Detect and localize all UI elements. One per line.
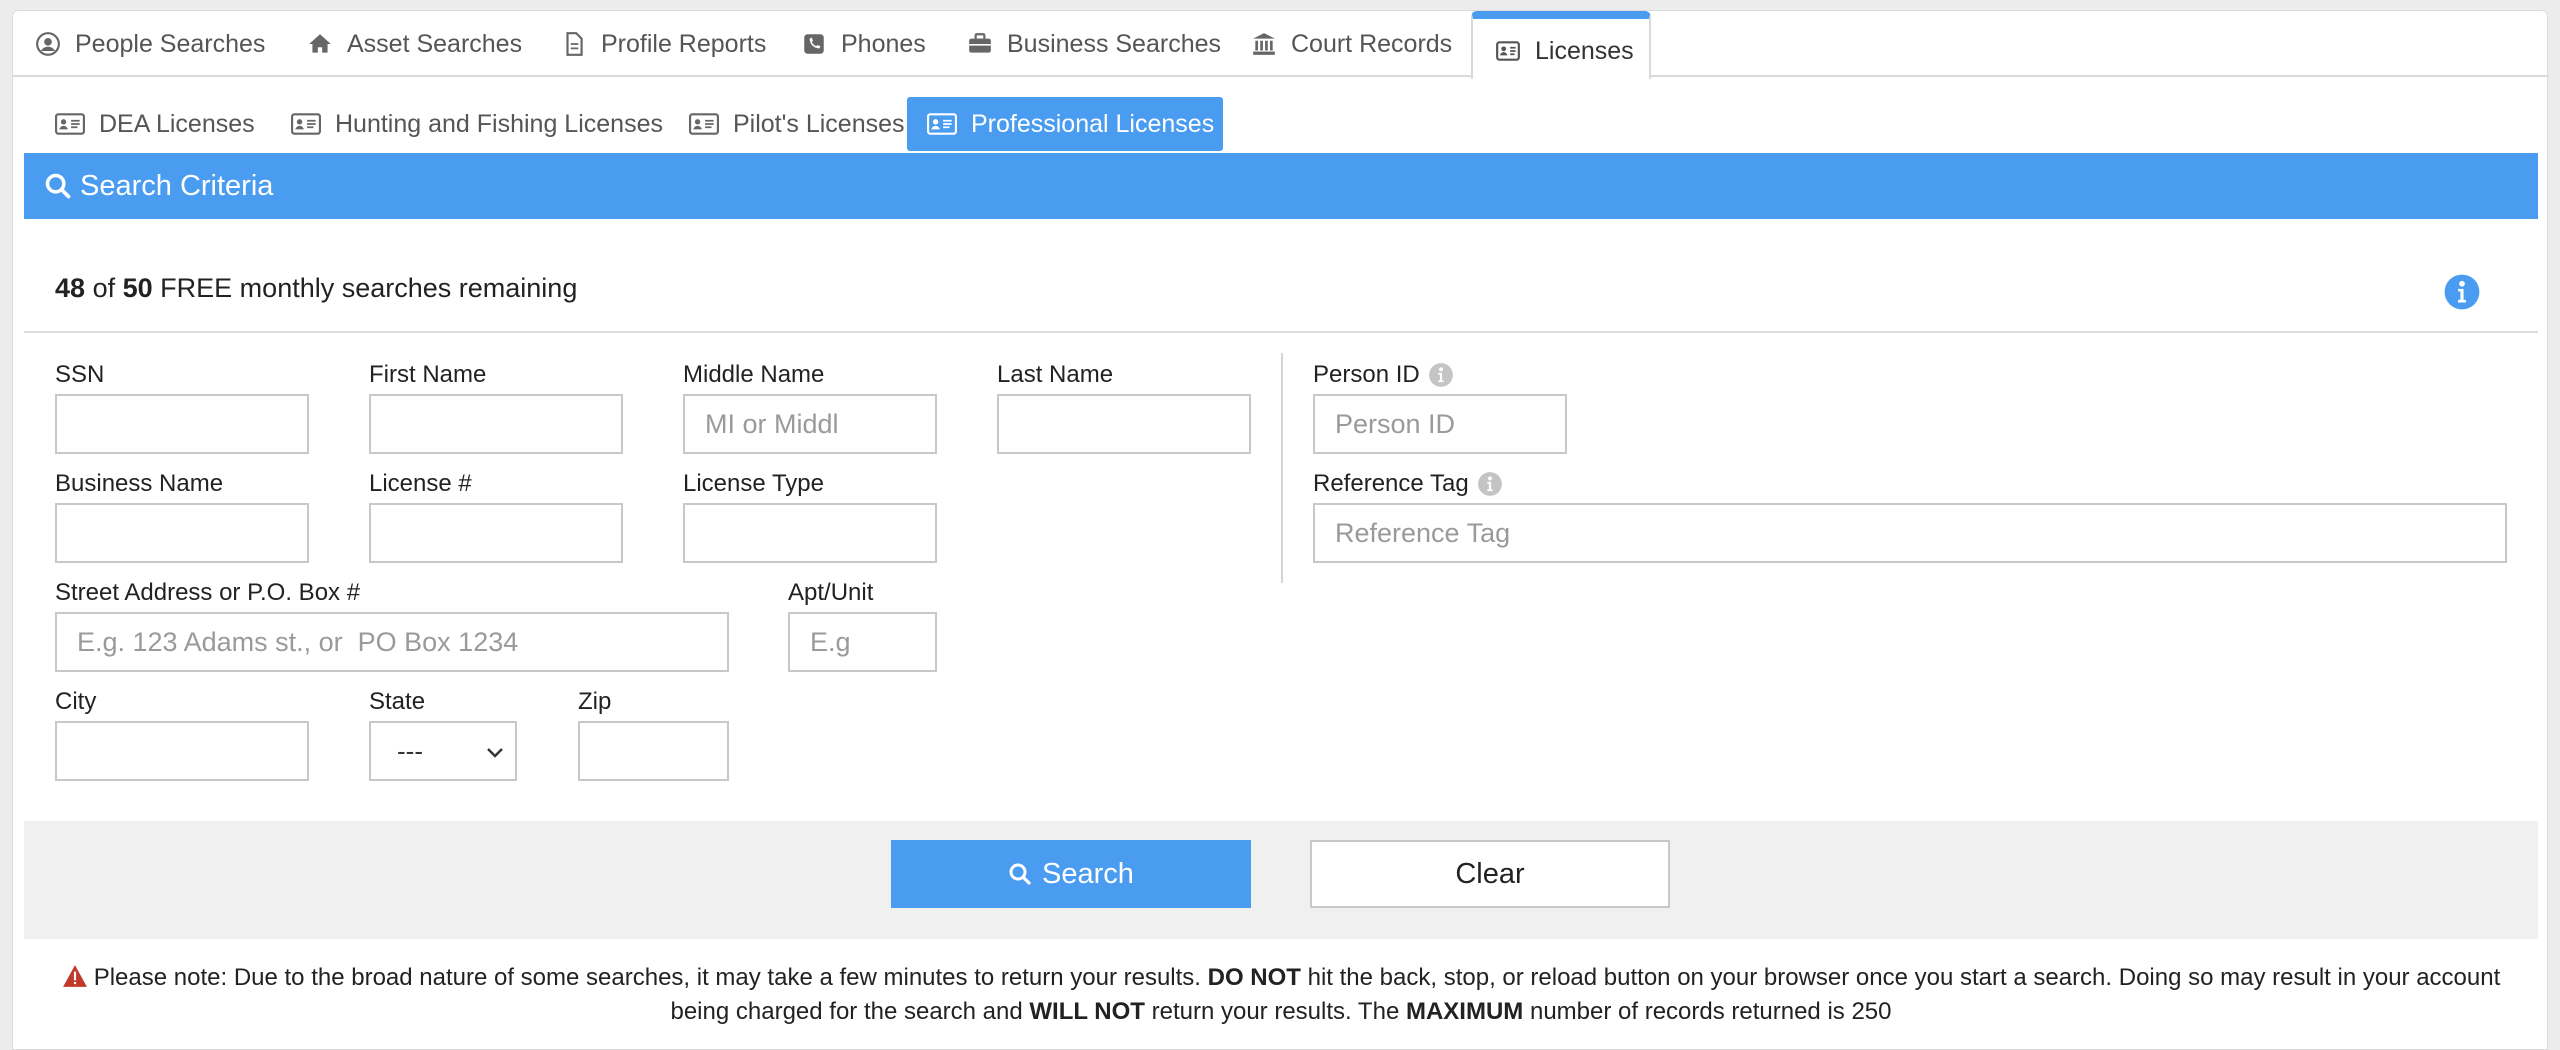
subtab-label: Professional Licenses (971, 109, 1215, 138)
subtab-label: DEA Licenses (99, 109, 255, 138)
zip-label: Zip (578, 688, 612, 715)
home-icon (309, 34, 331, 53)
subtab-pilots-licenses[interactable]: Pilot's Licenses (669, 97, 911, 151)
tab-label: People Searches (75, 29, 266, 58)
column-divider (1281, 353, 1283, 583)
tab-label: Business Searches (1007, 29, 1222, 58)
note-strong-1: DO NOT (1207, 964, 1301, 991)
courthouse-icon (1253, 33, 1275, 55)
reference-tag-label-text: Reference Tag (1313, 470, 1469, 497)
document-icon (566, 32, 583, 56)
note-text-3: return your results. The (1151, 998, 1400, 1025)
tab-label: Licenses (1535, 36, 1634, 65)
clear-button[interactable]: Clear (1310, 840, 1670, 908)
subtab-label: Pilot's Licenses (733, 109, 905, 138)
search-criteria-title: Search Criteria (80, 169, 274, 202)
top-tab-bar: People Searches Asset Searches Profile R… (13, 11, 2549, 79)
note-strong-3: MAXIMUM (1405, 998, 1524, 1025)
city-input[interactable] (55, 721, 309, 781)
middle-name-label: Middle Name (683, 361, 825, 388)
tab-label: Profile Reports (601, 29, 767, 58)
tab-label: Court Records (1291, 29, 1453, 58)
note-text-4: number of records returned is 250 (1529, 998, 1892, 1025)
info-icon[interactable] (1428, 362, 1454, 388)
license-number-input[interactable] (369, 503, 623, 563)
state-label: State (369, 688, 426, 715)
street-address-input[interactable] (55, 612, 729, 672)
tab-asset-searches[interactable]: Asset Searches (285, 11, 539, 77)
tab-profile-reports[interactable]: Profile Reports (539, 11, 779, 77)
searches-total-count: 50 (122, 273, 153, 303)
state-select[interactable]: --- (369, 721, 517, 781)
briefcase-icon (969, 33, 991, 53)
subtab-professional-licenses[interactable]: Professional Licenses (907, 97, 1223, 151)
license-type-input[interactable] (683, 503, 937, 563)
apt-unit-input[interactable] (788, 612, 937, 672)
subtab-label: Hunting and Fishing Licenses (335, 109, 663, 138)
person-id-input[interactable] (1313, 394, 1567, 454)
subtab-hunting-fishing-licenses[interactable]: Hunting and Fishing Licenses (271, 97, 663, 151)
tab-label: Asset Searches (347, 29, 523, 58)
middle-name-input[interactable] (683, 394, 937, 454)
search-note: Please note: Due to the broad nature of … (53, 961, 2509, 1029)
ssn-input[interactable] (55, 394, 309, 454)
tab-people-searches[interactable]: People Searches (13, 11, 285, 77)
zip-input[interactable] (578, 721, 729, 781)
street-address-label: Street Address or P.O. Box # (55, 579, 361, 606)
id-card-icon (927, 113, 957, 135)
subtab-dea-licenses[interactable]: DEA Licenses (35, 97, 261, 151)
license-type-label: License Type (683, 470, 824, 497)
apt-unit-label: Apt/Unit (788, 579, 874, 606)
person-id-label-text: Person ID (1313, 361, 1420, 388)
last-name-label: Last Name (997, 361, 1114, 388)
id-card-icon (689, 113, 719, 135)
id-card-icon (55, 113, 85, 135)
person-id-label: Person ID (1313, 361, 1454, 389)
id-card-icon (1496, 41, 1520, 61)
search-icon (45, 173, 71, 199)
button-bar (24, 821, 2538, 939)
chevron-down-icon (487, 748, 503, 758)
city-label: City (55, 688, 97, 715)
state-selected-value: --- (397, 735, 423, 766)
info-icon[interactable] (2443, 273, 2481, 311)
tab-phones[interactable]: Phones (779, 11, 945, 77)
searches-used-count: 48 (55, 273, 86, 303)
search-button-label: Search (1042, 857, 1134, 890)
note-text-1: Please note: Due to the broad nature of … (93, 964, 1201, 991)
ssn-label: SSN (55, 361, 105, 388)
section-divider (24, 331, 2538, 333)
first-name-input[interactable] (369, 394, 623, 454)
last-name-input[interactable] (997, 394, 1251, 454)
licenses-search-panel: People Searches Asset Searches Profile R… (12, 10, 2549, 1050)
info-icon[interactable] (1477, 471, 1503, 497)
license-number-label: License # (369, 470, 472, 497)
searches-of-word: of (92, 273, 116, 303)
sub-tab-bar: DEA Licenses Hunting and Fishing License… (13, 79, 2549, 153)
phone-icon (804, 34, 824, 54)
tab-licenses[interactable]: Licenses (1471, 11, 1651, 79)
note-strong-2: WILL NOT (1029, 998, 1145, 1025)
business-name-label: Business Name (55, 470, 224, 497)
first-name-label: First Name (369, 361, 487, 388)
tab-label: Phones (841, 29, 926, 58)
reference-tag-input[interactable] (1313, 503, 2507, 563)
search-button[interactable]: Search (891, 840, 1251, 908)
tab-business-searches[interactable]: Business Searches (945, 11, 1229, 77)
clear-button-label: Clear (1455, 857, 1525, 890)
search-icon (1009, 863, 1031, 885)
search-criteria-header: Search Criteria (24, 153, 2538, 219)
warning-icon (62, 965, 87, 987)
searches-remaining-label: FREE monthly searches remaining (160, 273, 578, 303)
user-circle-icon (36, 32, 60, 56)
business-name-input[interactable] (55, 503, 309, 563)
reference-tag-label: Reference Tag (1313, 470, 1503, 498)
id-card-icon (291, 113, 321, 135)
tab-court-records[interactable]: Court Records (1229, 11, 1461, 77)
searches-remaining-text: 48 of 50 FREE monthly searches remaining (55, 273, 577, 304)
